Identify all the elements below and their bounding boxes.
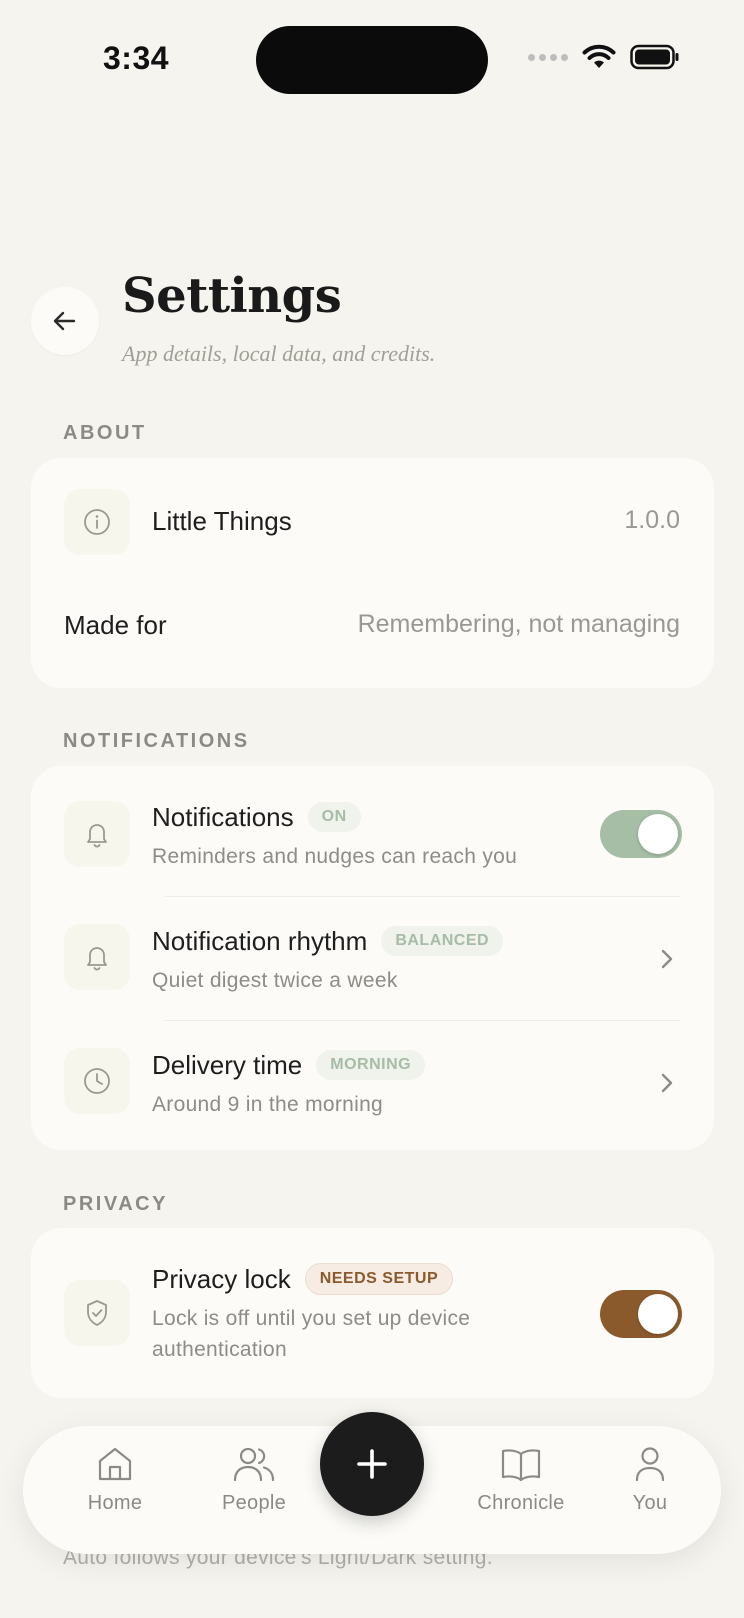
section-label-privacy: PRIVACY (63, 1193, 168, 1215)
made-for-value: Remembering, not managing (357, 610, 680, 638)
chevron-right-icon (661, 949, 673, 969)
privacy-lock-subtitle-line2: authentication (152, 1338, 287, 1361)
bell-icon-box (64, 924, 130, 990)
app-name: Little Things (152, 506, 292, 536)
about-card: Little Things 1.0.0 Made for Remembering… (31, 458, 714, 688)
notifications-card: Notifications ON Reminders and nudges can… (31, 766, 714, 1150)
bell-icon (87, 947, 107, 971)
delivery-time-subtitle: Around 9 in the morning (152, 1093, 384, 1116)
status-badge-morning: MORNING (316, 1050, 426, 1081)
clock-icon (84, 1068, 110, 1094)
status-badge-on: ON (307, 802, 361, 833)
arrow-left-icon (53, 311, 76, 331)
section-label-notifications: NOTIFICATIONS (63, 730, 250, 752)
tab-home[interactable]: Home (60, 1444, 170, 1515)
chevron-right-icon (661, 1073, 673, 1093)
clock-icon-box (64, 1048, 130, 1114)
person-icon (635, 1447, 665, 1482)
people-icon (233, 1447, 275, 1482)
book-icon (501, 1449, 541, 1482)
plus-icon (357, 1449, 387, 1479)
notifications-title: Notifications (152, 802, 294, 832)
info-icon (84, 509, 110, 535)
status-time: 3:34 (103, 40, 170, 76)
tab-chronicle-label: Chronicle (477, 1492, 565, 1514)
dynamic-island (256, 26, 488, 94)
bell-icon-box (64, 801, 130, 867)
delivery-time-title: Delivery time (152, 1050, 303, 1080)
privacy-card: Privacy lock NEEDS SETUP Lock is off unti… (31, 1228, 714, 1398)
divider (165, 896, 680, 897)
notification-rhythm-subtitle: Quiet digest twice a week (152, 969, 398, 992)
status-badge-needs-setup: NEEDS SETUP (304, 1263, 454, 1296)
delivery-time-title-line: Delivery time MORNING (152, 1050, 426, 1082)
home-icon (98, 1447, 132, 1481)
notification-rhythm-title-line: Notification rhythm BALANCED (152, 926, 504, 958)
status-badge-balanced: BALANCED (381, 926, 504, 957)
made-for-label: Made for (64, 610, 167, 640)
app-version: 1.0.0 (624, 506, 680, 534)
privacy-lock-title: Privacy lock (152, 1264, 291, 1294)
notifications-title-line: Notifications ON (152, 802, 361, 834)
cellular-signal-icon (528, 53, 568, 61)
status-bar: 3:34 (0, 0, 744, 120)
toggle-knob (638, 1294, 678, 1334)
wifi-icon (582, 44, 616, 68)
tab-home-label: Home (87, 1492, 143, 1514)
notifications-subtitle: Reminders and nudges can reach you (152, 845, 518, 868)
page-title: Settings (122, 268, 342, 324)
privacy-lock-title-line: Privacy lock NEEDS SETUP (152, 1263, 454, 1297)
notifications-toggle[interactable] (600, 810, 682, 858)
tab-people[interactable]: People (199, 1444, 309, 1515)
status-icons (528, 44, 680, 70)
privacy-lock-toggle[interactable] (600, 1290, 682, 1338)
battery-icon (630, 44, 679, 70)
section-label-about: ABOUT (63, 422, 147, 444)
add-button[interactable] (320, 1412, 424, 1516)
tab-you-label: You (632, 1492, 668, 1514)
privacy-lock-subtitle-line1: Lock is off until you set up device (152, 1307, 471, 1330)
bell-icon (87, 824, 107, 848)
toggle-knob (638, 814, 678, 854)
page-subtitle: App details, local data, and credits. (122, 341, 436, 366)
divider (165, 1020, 680, 1021)
info-icon-box (64, 489, 130, 555)
tab-chronicle[interactable]: Chronicle (466, 1444, 576, 1515)
back-button[interactable] (31, 287, 99, 355)
tab-people-label: People (221, 1492, 287, 1514)
notification-rhythm-title: Notification rhythm (152, 926, 368, 956)
tab-you[interactable]: You (595, 1444, 705, 1515)
shield-icon-box (64, 1280, 130, 1346)
shield-check-icon (87, 1300, 107, 1326)
